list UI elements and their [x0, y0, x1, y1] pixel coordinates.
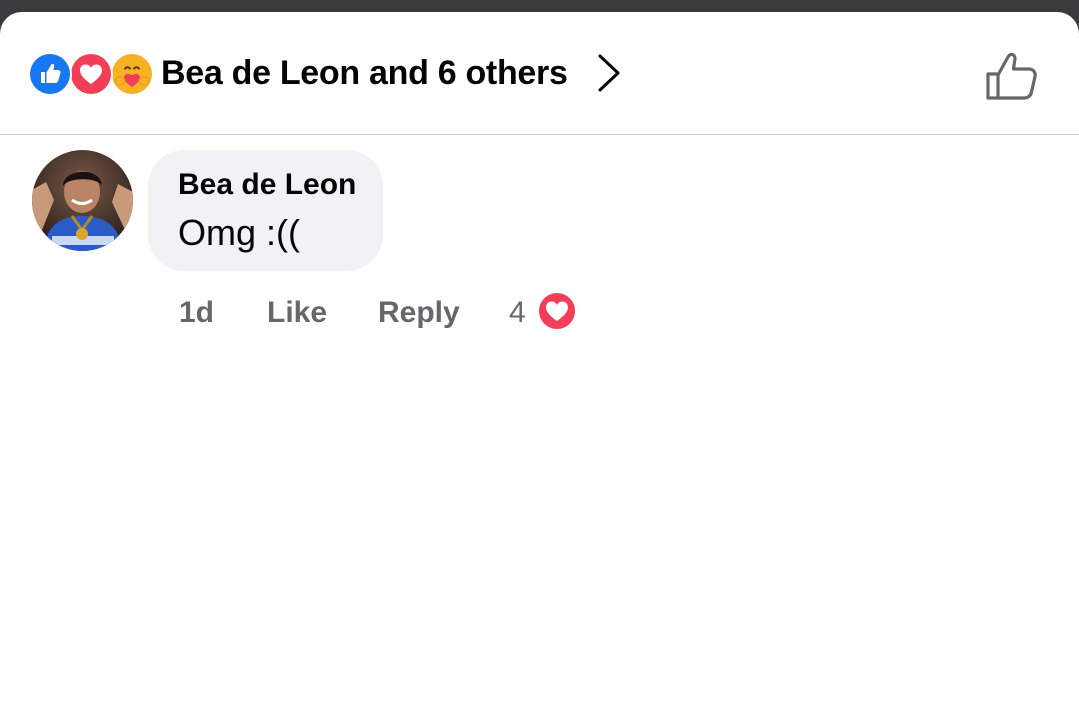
- comment-timestamp[interactable]: 1d: [179, 296, 214, 330]
- comment-actions: 1d Like Reply 4: [0, 290, 700, 340]
- love-reaction-icon[interactable]: [536, 290, 578, 332]
- chevron-right-icon: [598, 54, 620, 92]
- comment-author[interactable]: Bea de Leon: [178, 168, 356, 202]
- comment-bubble[interactable]: Bea de Leon Omg :((: [148, 150, 383, 271]
- reactors-link[interactable]: Bea de Leon and 6 others: [161, 52, 624, 94]
- thumbs-up-outline-icon[interactable]: [984, 48, 1040, 102]
- like-reaction-icon: [28, 52, 72, 96]
- reactors-summary: Bea de Leon and 6 others: [161, 53, 568, 92]
- reply-button[interactable]: Reply: [378, 296, 460, 330]
- love-reaction-icon: [69, 52, 113, 96]
- reactions-header: Bea de Leon and 6 others: [0, 12, 1079, 135]
- comment-text: Omg :((: [178, 212, 300, 253]
- reaction-icons[interactable]: [28, 52, 158, 96]
- reaction-count[interactable]: 4: [509, 296, 526, 330]
- comments-sheet: Bea de Leon and 6 others Bea de Leon Omg…: [0, 12, 1079, 728]
- like-button[interactable]: Like: [267, 296, 327, 330]
- avatar[interactable]: [32, 150, 133, 251]
- care-reaction-icon: [110, 52, 154, 96]
